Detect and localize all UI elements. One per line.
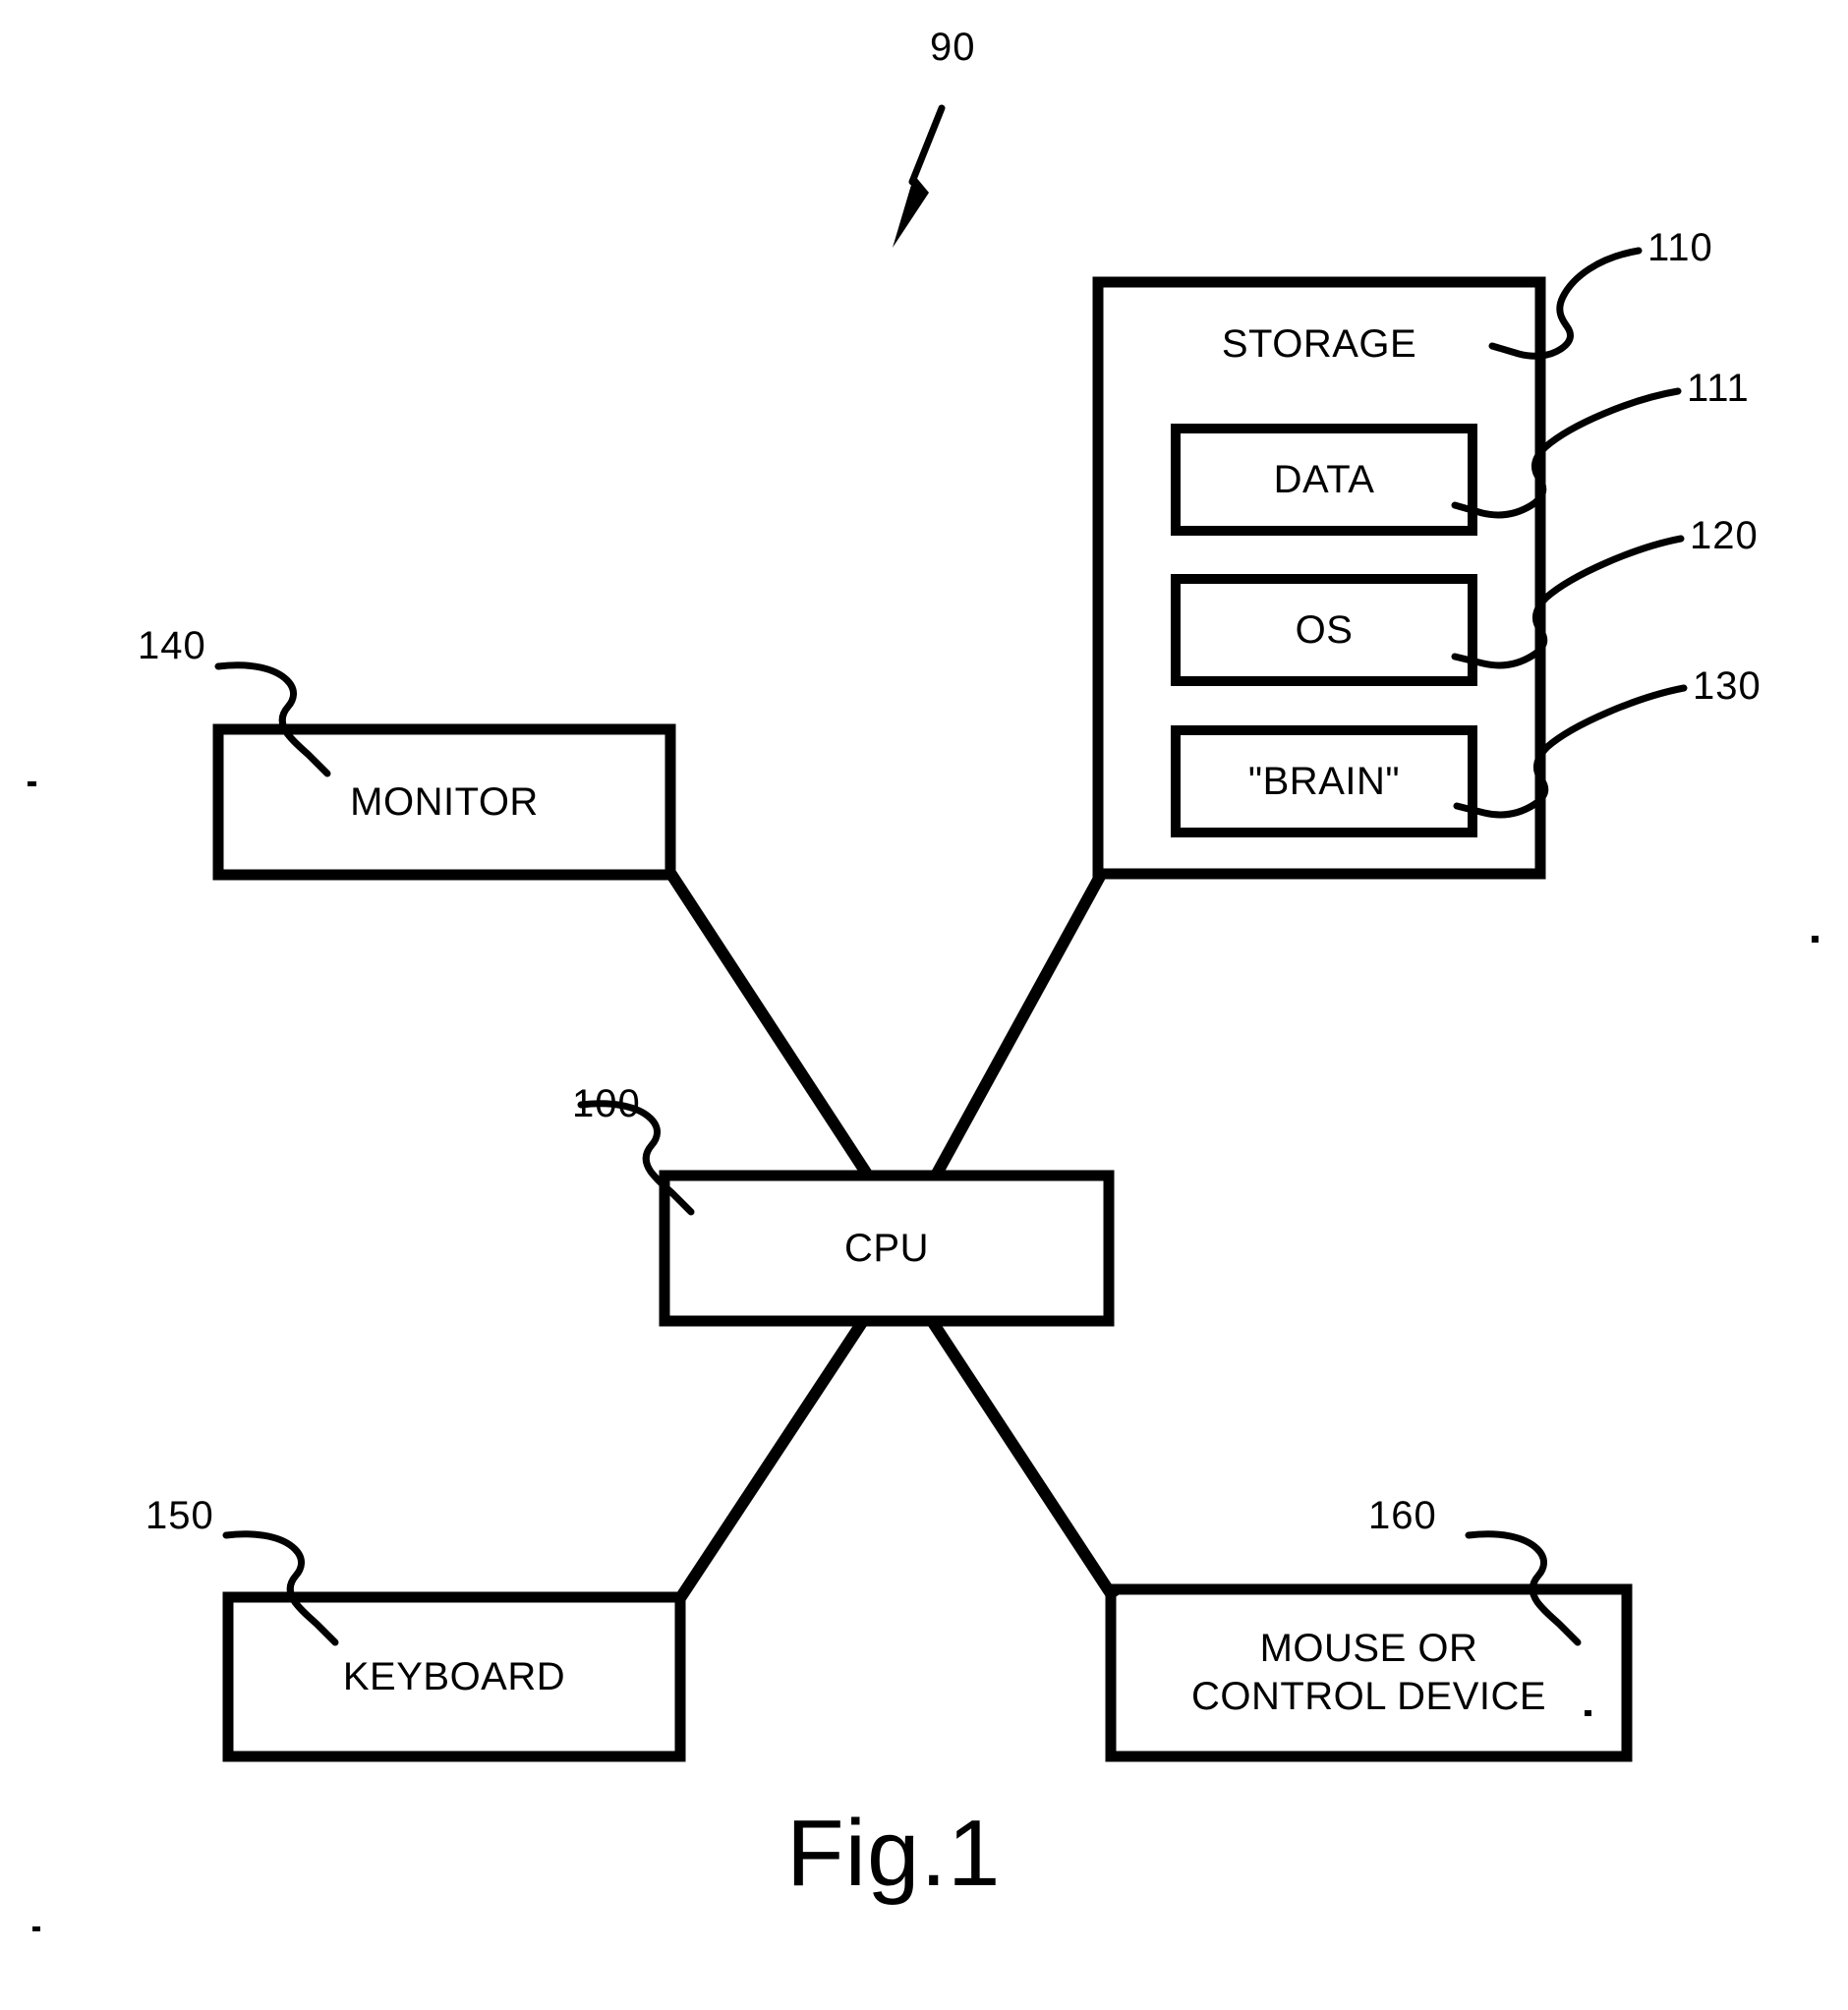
patent-figure-1: STORAGE DATA OS "BRAIN" MONITOR CPU KEYB… bbox=[0, 0, 1848, 2010]
reference-numeral-110: 110 bbox=[1647, 226, 1713, 269]
reference-numeral-160: 160 bbox=[1368, 1494, 1437, 1537]
connector-storage-cpu bbox=[930, 870, 1108, 1178]
reference-numeral-130: 130 bbox=[1693, 664, 1761, 708]
scan-speckle bbox=[1585, 1710, 1591, 1716]
figure-caption: Fig.1 bbox=[786, 1801, 1002, 1906]
keyboard-box-outline bbox=[222, 1591, 686, 1762]
reference-numeral-90: 90 bbox=[930, 26, 976, 69]
connector-monitor-cpu bbox=[664, 869, 874, 1179]
scan-speckle bbox=[1812, 936, 1819, 943]
connector-cpu-mouse bbox=[926, 1317, 1120, 1602]
scan-speckle bbox=[28, 781, 36, 786]
reference-numeral-100: 100 bbox=[572, 1082, 641, 1125]
figure-line-art bbox=[212, 104, 1688, 1762]
data-box-outline bbox=[1171, 424, 1477, 536]
scan-speckle bbox=[32, 1926, 40, 1931]
monitor-box-outline bbox=[212, 723, 676, 881]
reference-numeral-150: 150 bbox=[145, 1494, 214, 1537]
reference-numeral-140: 140 bbox=[138, 624, 206, 667]
system-ref-arrow bbox=[893, 104, 946, 248]
reference-numeral-120: 120 bbox=[1690, 514, 1759, 557]
connector-cpu-keyboard bbox=[674, 1317, 869, 1602]
os-box-outline bbox=[1171, 574, 1477, 686]
reference-numeral-111: 111 bbox=[1687, 367, 1750, 410]
cpu-box-outline bbox=[659, 1170, 1115, 1327]
brain-box-outline bbox=[1171, 725, 1477, 837]
